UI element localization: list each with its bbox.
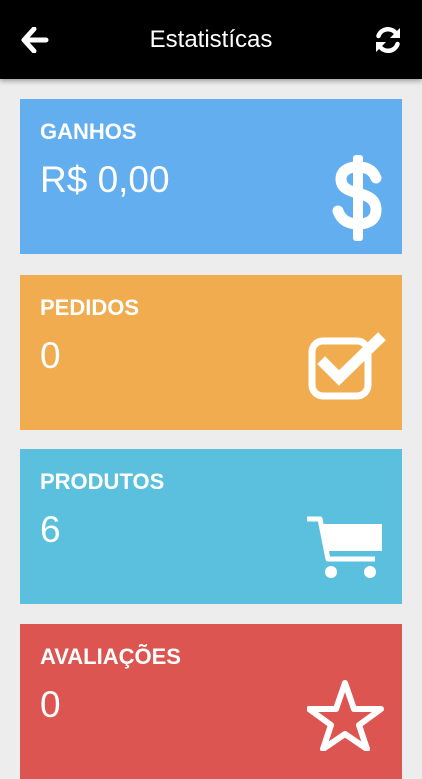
card-pedidos-label: PEDIDOS <box>40 295 140 320</box>
refresh-icon <box>376 26 400 54</box>
card-ganhos[interactable]: GANHOS R$ 0,00 <box>20 99 402 254</box>
star-icon <box>307 680 384 751</box>
card-ganhos-label: GANHOS <box>40 119 137 144</box>
card-pedidos[interactable]: PEDIDOS 0 <box>20 275 402 430</box>
card-produtos-value: 6 <box>40 509 61 550</box>
check-square-icon <box>308 332 386 400</box>
card-ganhos-value: R$ 0,00 <box>40 159 170 200</box>
app-header: Estatistícas <box>0 0 422 79</box>
card-avaliacoes-label: AVALIAÇÕES <box>40 644 181 669</box>
card-pedidos-value: 0 <box>40 335 61 376</box>
refresh-button[interactable] <box>370 22 406 58</box>
card-produtos-label: PRODUTOS <box>40 469 165 494</box>
shopping-cart-icon <box>307 516 382 578</box>
dollar-icon <box>332 155 382 241</box>
card-avaliacoes-value: 0 <box>40 684 61 725</box>
card-avaliacoes[interactable]: AVALIAÇÕES 0 <box>20 624 402 779</box>
card-produtos[interactable]: PRODUTOS 6 <box>20 449 402 604</box>
page-title: Estatistícas <box>149 26 273 53</box>
